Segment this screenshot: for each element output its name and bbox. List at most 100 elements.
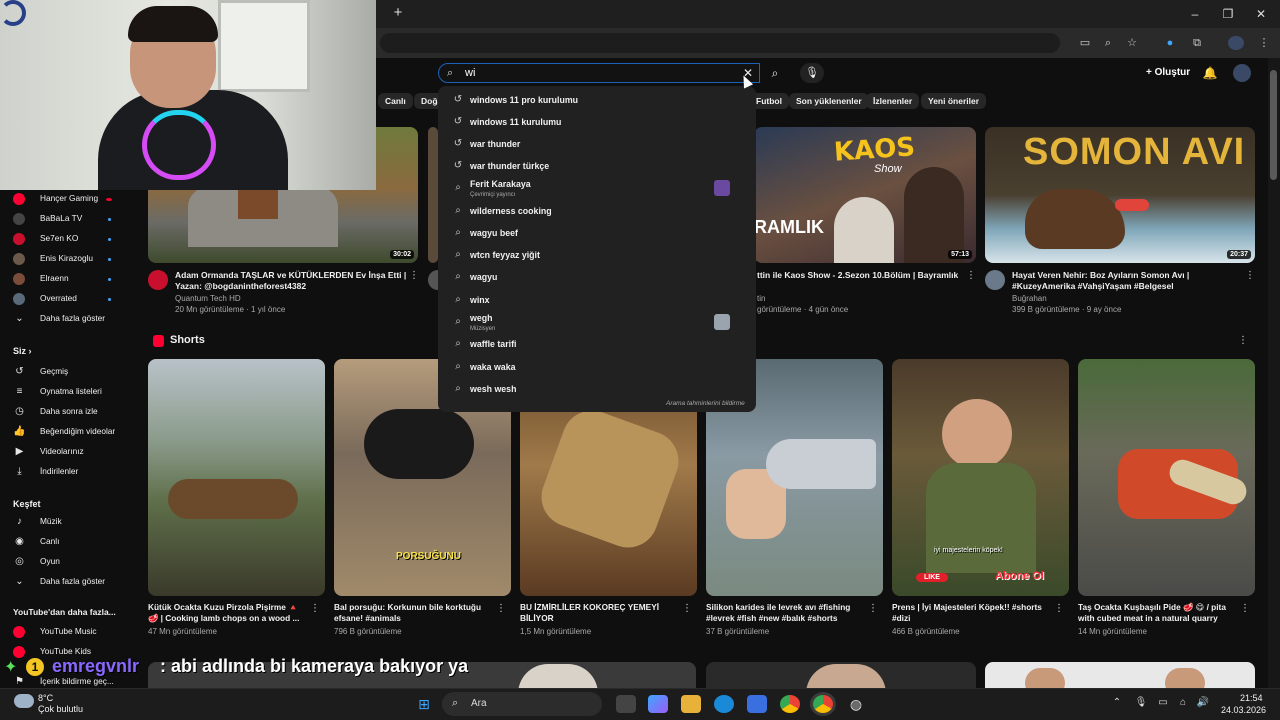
video-thumbnail[interactable]: KAOS Show RAMLIK 57:13 bbox=[754, 127, 976, 263]
more-options-icon[interactable]: ⋮ bbox=[496, 602, 506, 616]
channel-name[interactable]: Quantum Tech HD bbox=[175, 294, 241, 303]
sidebar-section-you[interactable]: Siz › bbox=[13, 346, 32, 356]
search-suggestion[interactable]: ⌕ wtcn feyyaz yiğit bbox=[438, 245, 756, 266]
widgets-icon[interactable] bbox=[648, 695, 668, 713]
browser-menu-icon[interactable]: ⋮ bbox=[1256, 36, 1272, 50]
sidebar-item-live[interactable]: ◉ Canlı bbox=[0, 533, 128, 551]
video-thumbnail[interactable]: SOMON AVI 20:37 bbox=[985, 127, 1255, 263]
voice-search-button[interactable]: 🎙 bbox=[800, 63, 824, 83]
display-icon[interactable]: ▭ bbox=[1156, 697, 1170, 709]
search-suggestion[interactable]: ⌕ winx bbox=[438, 290, 756, 311]
chip-son-yuklenenler[interactable]: Son yüklenenler bbox=[789, 93, 869, 109]
account-avatar[interactable] bbox=[1233, 64, 1251, 82]
sidebar-item-playlists[interactable]: ≡ Oynatma listeleri bbox=[0, 383, 128, 401]
video-title[interactable]: Adam Ormanda TAŞLAR ve KÜTÜKLERDEN Ev İn… bbox=[175, 270, 410, 292]
close-window-button[interactable]: ✕ bbox=[1252, 6, 1270, 22]
create-button[interactable]: + Oluştur bbox=[1138, 64, 1198, 82]
chrome-active-icon[interactable] bbox=[813, 695, 833, 713]
short-title[interactable]: Bal porsuğu: Korkunun bile korktuğu efsa… bbox=[334, 602, 494, 624]
sidebar-item-music[interactable]: ♪ Müzik bbox=[0, 513, 128, 531]
notifications-bell-icon[interactable]: 🔔 bbox=[1202, 65, 1218, 81]
short-title[interactable]: Taş Ocakta Kuşbaşılı Pide 🥩 😋 / pita wit… bbox=[1078, 602, 1238, 624]
new-tab-button[interactable]: + bbox=[390, 5, 406, 21]
file-explorer-icon[interactable] bbox=[681, 695, 701, 713]
search-suggestion[interactable]: ↺ windows 11 kurulumu bbox=[438, 112, 756, 133]
channel-avatar[interactable] bbox=[985, 270, 1005, 290]
video-title[interactable]: Hayat Veren Nehir: Boz Ayıların Somon Av… bbox=[1012, 270, 1244, 292]
sidebar-show-more[interactable]: ⌄ Daha fazla göster bbox=[0, 310, 128, 328]
search-suggestion[interactable]: ⌕ wagyu bbox=[438, 267, 756, 288]
more-options-icon[interactable]: ⋮ bbox=[966, 269, 976, 283]
clock-date[interactable]: 24.03.2026 bbox=[1221, 705, 1266, 715]
scrollbar-thumb[interactable] bbox=[1270, 70, 1277, 180]
search-suggestion[interactable]: ⌕ waffle tarifi bbox=[438, 334, 756, 355]
shorts-more-options-icon[interactable]: ⋮ bbox=[1238, 334, 1248, 348]
sidebar-item-hancer-gaming[interactable]: Hançer Gaming bbox=[0, 190, 128, 208]
obs-icon[interactable]: ◍ bbox=[846, 695, 866, 713]
channel-name[interactable]: Buğrahan bbox=[1012, 294, 1047, 303]
task-view-icon[interactable] bbox=[616, 695, 636, 713]
sidebar-item-liked-videos[interactable]: 👍 Beğendiğim videolar bbox=[0, 423, 128, 441]
sidebar-item-history[interactable]: ↺ Geçmiş bbox=[0, 363, 128, 381]
weather-description[interactable]: Çok bulutlu bbox=[38, 704, 83, 714]
sidebar-item-se7en-ko[interactable]: Se7en KO bbox=[0, 230, 128, 248]
short-thumbnail[interactable]: iyi majestelerin köpek! LIKE Abone Ol bbox=[892, 359, 1069, 596]
short-thumbnail[interactable] bbox=[148, 359, 325, 596]
cast-icon[interactable]: ▭ bbox=[1077, 36, 1093, 50]
search-suggestion[interactable]: ⌕ Ferit Karakaya Çevrimiçi yayıncı bbox=[438, 178, 756, 199]
minimize-button[interactable]: – bbox=[1186, 6, 1204, 22]
more-options-icon[interactable]: ⋮ bbox=[409, 269, 419, 283]
chip-yeni-oneriler[interactable]: Yeni öneriler bbox=[921, 93, 987, 109]
video-title[interactable]: ttin ile Kaos Show - 2.Sezon 10.Bölüm | … bbox=[757, 270, 962, 281]
search-suggestion[interactable]: ⌕ wilderness cooking bbox=[438, 201, 756, 222]
clock-time[interactable]: 21:54 bbox=[1240, 693, 1263, 703]
sidebar-item-babala-tv[interactable]: BaBaLa TV bbox=[0, 210, 128, 228]
short-title[interactable]: Silikon karides ile levrek avı #fishing … bbox=[706, 602, 866, 624]
short-title[interactable]: Prens | İyi Majesteleri Köpek!! #shorts … bbox=[892, 602, 1052, 624]
search-suggestion[interactable]: ↺ windows 11 pro kurulumu bbox=[438, 90, 756, 111]
search-suggestion[interactable]: ⌕ wegh Müzisyen bbox=[438, 312, 756, 333]
search-suggestion[interactable]: ↺ war thunder türkçe bbox=[438, 156, 756, 177]
sidebar-item-enis-kirazoglu[interactable]: Enis Kirazoglu bbox=[0, 250, 128, 268]
more-options-icon[interactable]: ⋮ bbox=[868, 602, 878, 616]
extension-icon[interactable]: ● bbox=[1162, 36, 1178, 50]
sidebar-item-downloads[interactable]: ⤓ İndirilenler bbox=[0, 463, 128, 481]
edge-browser-icon[interactable] bbox=[714, 695, 734, 713]
sidebar-item-your-videos[interactable]: ▶ Videolarınız bbox=[0, 443, 128, 461]
address-bar[interactable] bbox=[380, 33, 1060, 53]
sidebar-show-more-explore[interactable]: ⌄ Daha fazla göster bbox=[0, 573, 128, 591]
sidebar-item-youtube-music[interactable]: YouTube Music bbox=[0, 623, 128, 641]
channel-avatar[interactable] bbox=[428, 270, 438, 290]
microsoft-store-icon[interactable] bbox=[747, 695, 767, 713]
search-suggestion[interactable]: ⌕ wesh wesh bbox=[438, 379, 756, 400]
network-icon[interactable]: ⌂ bbox=[1176, 697, 1190, 709]
short-title[interactable]: BU İZMİRLİLER KOKOREÇ YEMEYİ BİLİYOR bbox=[520, 602, 680, 624]
sidebar-item-watch-later[interactable]: ◷ Daha sonra izle bbox=[0, 403, 128, 421]
chip-canli[interactable]: Canlı bbox=[378, 93, 413, 109]
more-options-icon[interactable]: ⋮ bbox=[1240, 602, 1250, 616]
windows-start-icon[interactable]: ⊞ bbox=[414, 695, 434, 713]
maximize-button[interactable]: ❐ bbox=[1219, 6, 1237, 22]
microphone-icon[interactable]: 🎙 bbox=[1134, 697, 1148, 709]
sidebar-item-gaming[interactable]: ◎ Oyun bbox=[0, 553, 128, 571]
more-options-icon[interactable]: ⋮ bbox=[1245, 269, 1255, 283]
search-input[interactable]: ⌕ wi ✕ bbox=[438, 63, 760, 83]
short-title[interactable]: Kütük Ocakta Kuzu Pirzola Pişirme 🔺 🥩 | … bbox=[148, 602, 308, 624]
weather-cloud-icon[interactable] bbox=[14, 694, 34, 708]
video-thumbnail-partial[interactable] bbox=[428, 127, 438, 263]
tray-chevron-up-icon[interactable]: ⌃ bbox=[1110, 697, 1124, 709]
chrome-icon[interactable] bbox=[780, 695, 800, 713]
search-button[interactable]: ⌕ bbox=[762, 63, 788, 83]
video-thumbnail-partial[interactable] bbox=[706, 662, 976, 688]
chip-izlenenler[interactable]: İzlenenler bbox=[866, 93, 920, 109]
speaker-icon[interactable]: 🔊 bbox=[1196, 697, 1210, 709]
bookmark-star-icon[interactable]: ☆ bbox=[1124, 36, 1140, 50]
channel-avatar[interactable] bbox=[148, 270, 168, 290]
sidebar-item-elraenn[interactable]: Elraenn bbox=[0, 270, 128, 288]
profile-avatar[interactable] bbox=[1228, 36, 1244, 50]
report-suggestions-link[interactable]: Arama tahminlerini bildirme bbox=[666, 400, 745, 407]
short-thumbnail[interactable] bbox=[1078, 359, 1255, 596]
search-suggestion[interactable]: ⌕ wagyu beef bbox=[438, 223, 756, 244]
zoom-icon[interactable]: ⌕ bbox=[1100, 36, 1116, 50]
weather-temperature[interactable]: 8°C bbox=[38, 693, 53, 703]
